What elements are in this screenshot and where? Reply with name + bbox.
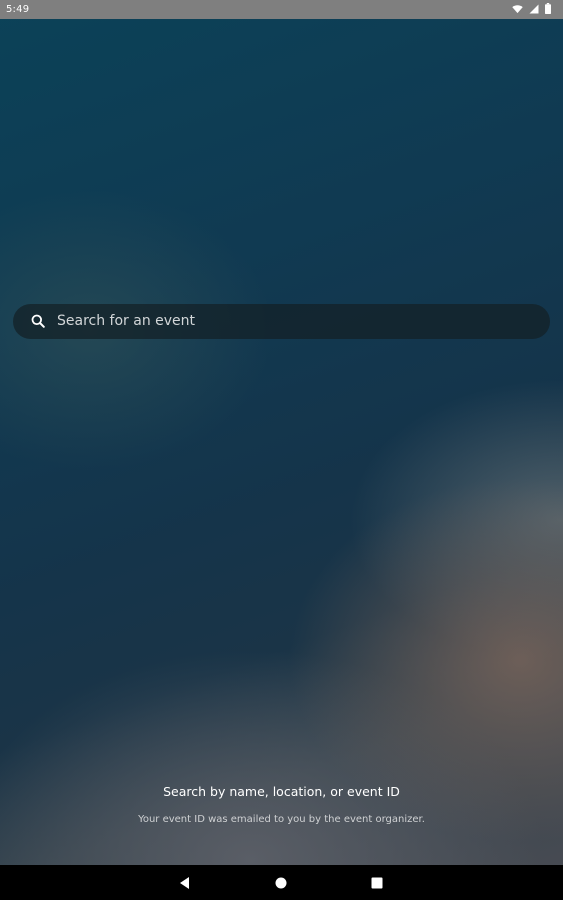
search-hint-subtitle: Your event ID was emailed to you by the …	[138, 814, 425, 825]
search-input-placeholder[interactable]: Search for an event	[57, 313, 195, 329]
status-bar: 5:49	[0, 0, 563, 19]
recents-icon[interactable]	[367, 873, 387, 893]
wifi-icon	[512, 4, 523, 14]
event-search-screen: 5:49 Search for an event Search by name,…	[0, 0, 563, 900]
blurred-background	[0, 0, 563, 900]
home-icon[interactable]	[271, 873, 291, 893]
cellular-signal-icon	[529, 4, 539, 14]
status-icons	[512, 3, 551, 14]
back-icon[interactable]	[175, 873, 195, 893]
search-hint-title: Search by name, location, or event ID	[163, 784, 400, 799]
status-time: 5:49	[6, 4, 30, 15]
search-icon	[31, 314, 45, 328]
navigation-bar	[0, 865, 563, 900]
battery-icon	[545, 3, 551, 14]
search-bar[interactable]: Search for an event	[13, 304, 550, 339]
